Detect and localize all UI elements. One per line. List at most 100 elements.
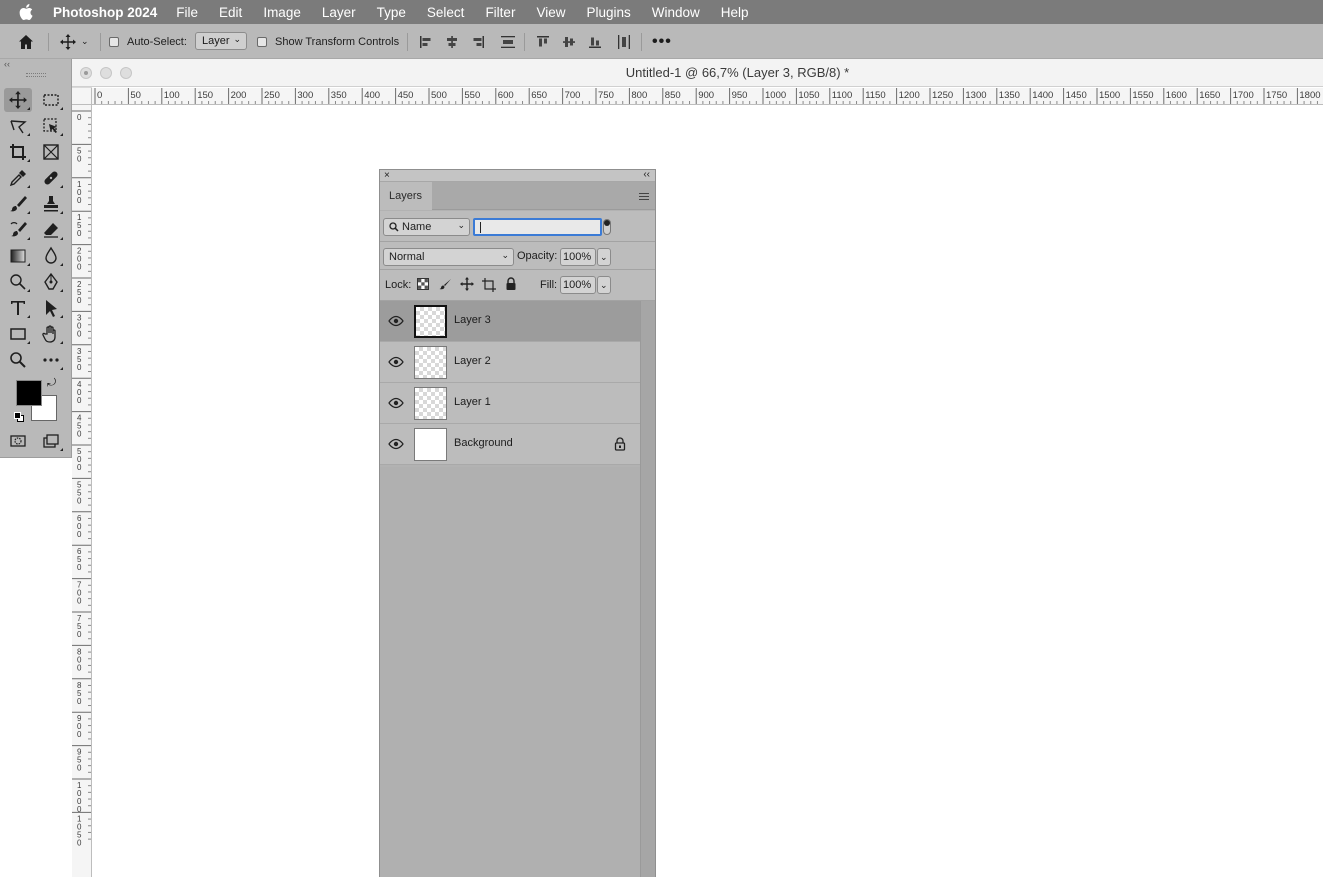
layer-row[interactable]: Layer 3: [380, 301, 640, 342]
app-name-menu[interactable]: Photoshop 2024: [53, 5, 157, 20]
layer-row[interactable]: Background: [380, 424, 640, 465]
spot-healing-brush-tool[interactable]: [37, 166, 65, 190]
lock-artboard-icon[interactable]: [482, 278, 496, 295]
menu-help[interactable]: Help: [721, 5, 749, 20]
vertical-ruler[interactable]: 0501001502002503003504004505005506006507…: [72, 105, 92, 877]
arrow-cursor-icon: [46, 300, 57, 317]
foreground-color-swatch[interactable]: [16, 380, 42, 406]
screen-mode-button[interactable]: [37, 429, 65, 453]
apple-icon[interactable]: [17, 0, 37, 24]
distribute-horizontal-icon[interactable]: [617, 24, 631, 59]
edit-toolbar-button[interactable]: [37, 348, 65, 372]
tools-panel: ‹‹ ⤾: [0, 59, 72, 458]
fill-input[interactable]: 100%: [560, 276, 596, 294]
layer-name[interactable]: Layer 3: [454, 314, 491, 326]
crop-tool[interactable]: [4, 140, 32, 164]
auto-select-checkbox[interactable]: [109, 24, 119, 59]
default-colors-icon[interactable]: [14, 412, 25, 423]
lasso-tool[interactable]: [4, 114, 32, 138]
photoshop-window: Photoshop 2024 File Edit Image Layer Typ…: [0, 0, 1323, 877]
rectangular-marquee-tool[interactable]: [37, 88, 65, 112]
filter-toggle-switch[interactable]: [603, 219, 611, 235]
collapse-toolbar-icon[interactable]: ‹‹: [0, 59, 71, 69]
blend-mode-dropdown[interactable]: Normal ⌄: [383, 248, 514, 266]
eye-icon[interactable]: [388, 438, 404, 450]
align-vertical-center-icon[interactable]: [562, 24, 576, 59]
eye-icon[interactable]: [388, 315, 404, 327]
text-cursor: [480, 221, 481, 233]
layer-row[interactable]: Layer 1: [380, 383, 640, 424]
menu-view[interactable]: View: [536, 5, 565, 20]
hand-tool[interactable]: [37, 322, 65, 346]
fill-slider-button[interactable]: ⌄: [597, 276, 611, 294]
layer-name[interactable]: Layer 1: [454, 396, 491, 408]
brush-tool[interactable]: [4, 192, 32, 216]
blur-tool[interactable]: [37, 244, 65, 268]
menu-image[interactable]: Image: [263, 5, 301, 20]
collapse-panel-icon[interactable]: ‹‹: [643, 169, 650, 180]
menu-filter[interactable]: Filter: [485, 5, 515, 20]
layers-empty-area[interactable]: [380, 467, 640, 877]
type-tool[interactable]: [4, 296, 32, 320]
clone-stamp-tool[interactable]: [37, 192, 65, 216]
opacity-slider-button[interactable]: ⌄: [597, 248, 611, 266]
eye-icon[interactable]: [388, 356, 404, 368]
horizontal-ruler[interactable]: 0 50 100 150 200 250 300 350 400 450 500 550 600 650 7…: [92, 88, 1323, 105]
align-horizontal-center-icon[interactable]: [445, 24, 459, 59]
home-button[interactable]: [17, 24, 35, 59]
lock-image-pixels-icon[interactable]: [439, 278, 452, 294]
layer-name[interactable]: Layer 2: [454, 355, 491, 367]
lock-all-icon[interactable]: [505, 277, 517, 294]
menu-select[interactable]: Select: [427, 5, 465, 20]
gradient-tool[interactable]: [4, 244, 32, 268]
menu-window[interactable]: Window: [652, 5, 700, 20]
menu-layer[interactable]: Layer: [322, 5, 356, 20]
history-brush-tool[interactable]: [4, 218, 32, 242]
pen-tool[interactable]: [37, 270, 65, 294]
lock-icon[interactable]: [614, 437, 626, 451]
show-transform-checkbox[interactable]: [257, 24, 267, 59]
ruler-label: 1600: [1166, 90, 1187, 101]
align-top-icon[interactable]: [536, 24, 550, 59]
ruler-origin[interactable]: [72, 88, 92, 105]
menu-file[interactable]: File: [176, 5, 198, 20]
lock-transparent-pixels-icon[interactable]: [417, 278, 429, 293]
filter-kind-dropdown[interactable]: Name ⌄: [383, 218, 470, 236]
eye-icon[interactable]: [388, 397, 404, 409]
dodge-tool[interactable]: [4, 270, 32, 294]
layer-row[interactable]: Layer 2: [380, 342, 640, 383]
panel-menu-icon[interactable]: [639, 193, 649, 200]
blend-opacity-row: Normal ⌄ Opacity: 100% ⌄: [380, 242, 655, 270]
layers-scrollbar[interactable]: [640, 301, 655, 877]
layers-panel-header[interactable]: × ‹‹: [380, 169, 655, 182]
lock-position-icon[interactable]: [460, 277, 474, 294]
object-selection-tool[interactable]: [37, 114, 65, 138]
swap-colors-icon[interactable]: ⤾: [47, 377, 56, 390]
menu-edit[interactable]: Edit: [219, 5, 242, 20]
tab-layers[interactable]: Layers: [380, 182, 432, 210]
distribute-vertical-icon[interactable]: [500, 24, 516, 59]
eraser-tool[interactable]: [37, 218, 65, 242]
menu-type[interactable]: Type: [377, 5, 406, 20]
move-tool-preset-button[interactable]: ⌄: [59, 24, 89, 59]
layer-filter-input[interactable]: [473, 218, 602, 236]
opacity-input[interactable]: 100%: [560, 248, 596, 266]
ellipsis-icon[interactable]: •••: [652, 24, 672, 59]
quick-mask-button[interactable]: [4, 429, 32, 453]
align-right-icon[interactable]: [471, 24, 485, 59]
path-selection-tool[interactable]: [37, 296, 65, 320]
auto-select-target-dropdown[interactable]: Layer ⌄: [195, 32, 247, 50]
zoom-tool[interactable]: [4, 348, 32, 372]
align-bottom-icon[interactable]: [588, 24, 602, 59]
align-left-icon[interactable]: [419, 24, 433, 59]
frame-tool[interactable]: [37, 140, 65, 164]
eyedropper-tool[interactable]: [4, 166, 32, 190]
rectangle-tool[interactable]: [4, 322, 32, 346]
toolbar-grip[interactable]: [26, 73, 46, 77]
layer-name[interactable]: Background: [454, 437, 513, 449]
menu-plugins[interactable]: Plugins: [586, 5, 630, 20]
close-panel-icon[interactable]: ×: [384, 170, 390, 181]
document-canvas[interactable]: [92, 105, 1323, 877]
auto-select-label: Auto-Select:: [127, 35, 187, 48]
move-tool[interactable]: [4, 88, 32, 112]
